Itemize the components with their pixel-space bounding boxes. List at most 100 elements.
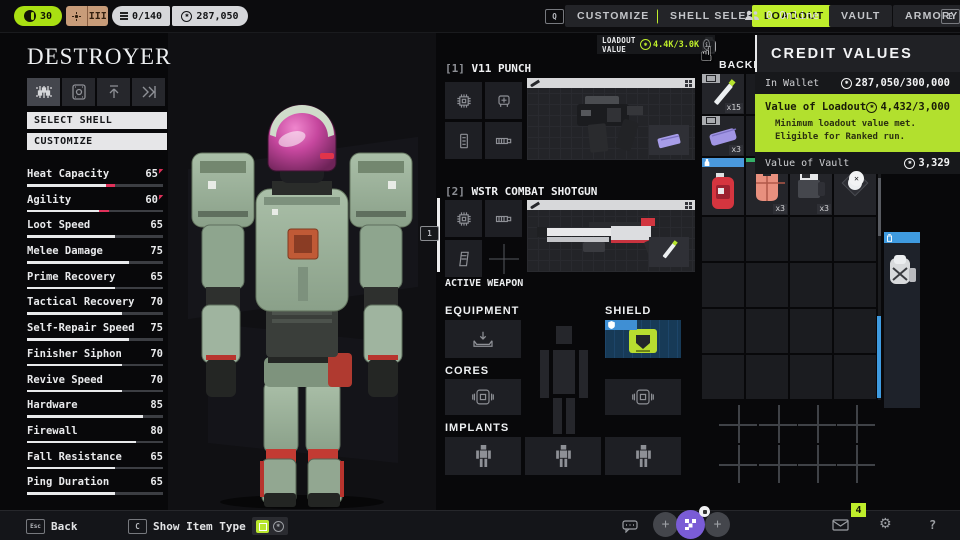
stat-value: 70 (150, 348, 163, 360)
backpack-cell[interactable] (834, 263, 876, 307)
list-bars-icon (120, 12, 128, 20)
add-friend-slot-left[interactable]: + (653, 512, 678, 537)
people-icon (744, 10, 760, 21)
stat-row: Finisher Siphon70 (27, 348, 163, 367)
backpack-cell[interactable] (746, 217, 788, 261)
settings-gear-icon[interactable]: ⚙ (879, 516, 892, 532)
backpack-item-image (887, 254, 917, 290)
stat-row: Loot Speed65 (27, 219, 163, 238)
muzzle-icon (494, 131, 514, 151)
weapon2-preview[interactable] (527, 200, 695, 272)
loadout-value-chip: LOADOUT VALUE ✱4.4K/3.0K i (597, 35, 715, 54)
weapon1-preview[interactable] (527, 78, 695, 160)
implant-slot-3[interactable] (605, 437, 681, 475)
tab-shell[interactable] (62, 78, 95, 106)
slot-grid-icon (685, 202, 692, 209)
item-quantity: x3 (773, 204, 787, 214)
credit-values-tooltip: CREDIT VALUES In Wallet ✱287,050/300,000… (755, 35, 960, 174)
backpack-cell[interactable] (702, 263, 744, 307)
online-count-label: 0 Online (766, 9, 819, 22)
rank-tier-pill: III (66, 6, 108, 26)
credit-coin-icon: ✱ (273, 521, 284, 532)
backpack-item-medkit[interactable] (702, 158, 744, 215)
tab-vault[interactable]: VAULT (829, 5, 892, 27)
customize-button[interactable]: CUSTOMIZE (27, 133, 167, 150)
weapon2-ammo-badge (649, 237, 689, 267)
weapon1-mod-slot-chip[interactable] (445, 82, 482, 119)
optic-icon (494, 91, 514, 111)
backpack-cell[interactable] (834, 309, 876, 353)
locked-slot-cross (798, 405, 836, 443)
item-blue-tag (702, 158, 744, 167)
weapon1-ammo-badge (649, 125, 689, 155)
bullet-icon (530, 79, 540, 87)
tab-upgrade[interactable] (97, 78, 130, 106)
core-slot-right[interactable] (605, 379, 681, 415)
backpack-cell[interactable] (702, 355, 744, 399)
backpack-cell[interactable] (746, 309, 788, 353)
item-type-toggle-group[interactable]: ✱ (252, 517, 288, 535)
item-type-icon-active (256, 520, 269, 533)
core-slot-left[interactable] (445, 379, 521, 415)
shield-item-icon (628, 328, 658, 356)
implant-slot-1[interactable] (445, 437, 521, 475)
stat-value: 75 (150, 245, 163, 257)
weapon1-mod-slot-magazine[interactable] (445, 122, 482, 159)
weapon2-mod-slot-muzzle[interactable] (485, 200, 522, 237)
medkit-image (702, 167, 744, 215)
stat-value: 65 (150, 451, 163, 463)
ranked-note: Minimum loadout value met. Eligible for … (765, 118, 950, 144)
left-tab-row (27, 78, 165, 106)
show-item-type-toggle[interactable]: C Show Item Type ✱ (128, 511, 288, 540)
backpack-cell[interactable] (702, 217, 744, 261)
stat-name: Fall Resistance (27, 451, 122, 463)
backpack-cell[interactable] (790, 263, 832, 307)
backpack-cell[interactable] (746, 263, 788, 307)
weapon2-mod-slot-empty[interactable] (485, 240, 522, 277)
help-button[interactable]: ? (929, 518, 936, 532)
back-label: Back (51, 520, 78, 533)
equipment-slot[interactable] (445, 320, 521, 358)
close-icon: ✕ (854, 174, 859, 183)
tab-next[interactable] (132, 78, 165, 106)
back-button[interactable]: Esc Back (26, 511, 78, 540)
stat-name: Ping Duration (27, 476, 109, 488)
tier-numeral: III (87, 6, 109, 26)
stat-alert-icon (159, 195, 163, 200)
select-shell-button[interactable]: SELECT SHELL (27, 112, 167, 129)
shield-icon (608, 321, 615, 329)
equipped-backpack-slot[interactable] (884, 232, 920, 408)
backpack-item-ammo-pen[interactable]: x15 (702, 74, 744, 114)
backpack-cell[interactable] (790, 355, 832, 399)
backpack-cell[interactable] (834, 217, 876, 261)
shield-slot-header (605, 320, 637, 330)
item-type-tag (702, 116, 720, 125)
backpack-cell[interactable] (790, 217, 832, 261)
stat-row: Tactical Recovery70 (27, 296, 163, 315)
weapon2-mod-slot-chip[interactable] (445, 200, 482, 237)
mail-icon[interactable] (832, 519, 849, 531)
backpack-item-purple-pack[interactable]: x3 (702, 116, 744, 156)
player-level: 30 (40, 11, 52, 22)
weapon1-mod-slot-muzzle[interactable] (485, 122, 522, 159)
backpack-scrollbar-thumb[interactable] (878, 178, 881, 236)
online-status: 0 Online (744, 0, 819, 30)
key-hint-c: C (128, 519, 147, 534)
tab-vault-label: VAULT (841, 10, 880, 22)
body-silhouette-icon (538, 326, 590, 434)
stat-value: 70 (150, 374, 163, 386)
dismiss-tooltip-button[interactable]: ✕ (849, 171, 864, 186)
tab-stats-tune[interactable] (27, 78, 60, 106)
backpack-cell[interactable] (834, 355, 876, 399)
party-leader-badge (699, 506, 710, 517)
weapon2-mod-slot-magazine[interactable] (445, 240, 482, 277)
weapon1-mod-slot-optic[interactable] (485, 82, 522, 119)
backpack-cell[interactable] (746, 355, 788, 399)
backpack-cell[interactable] (702, 309, 744, 353)
implant-slot-2[interactable] (525, 437, 601, 475)
chat-icon[interactable] (622, 520, 638, 533)
backpack-cell[interactable] (790, 309, 832, 353)
shield-slot[interactable] (605, 320, 681, 358)
stat-row: Self-Repair Speed75 (27, 322, 163, 341)
add-friend-slot-right[interactable]: + (705, 512, 730, 537)
